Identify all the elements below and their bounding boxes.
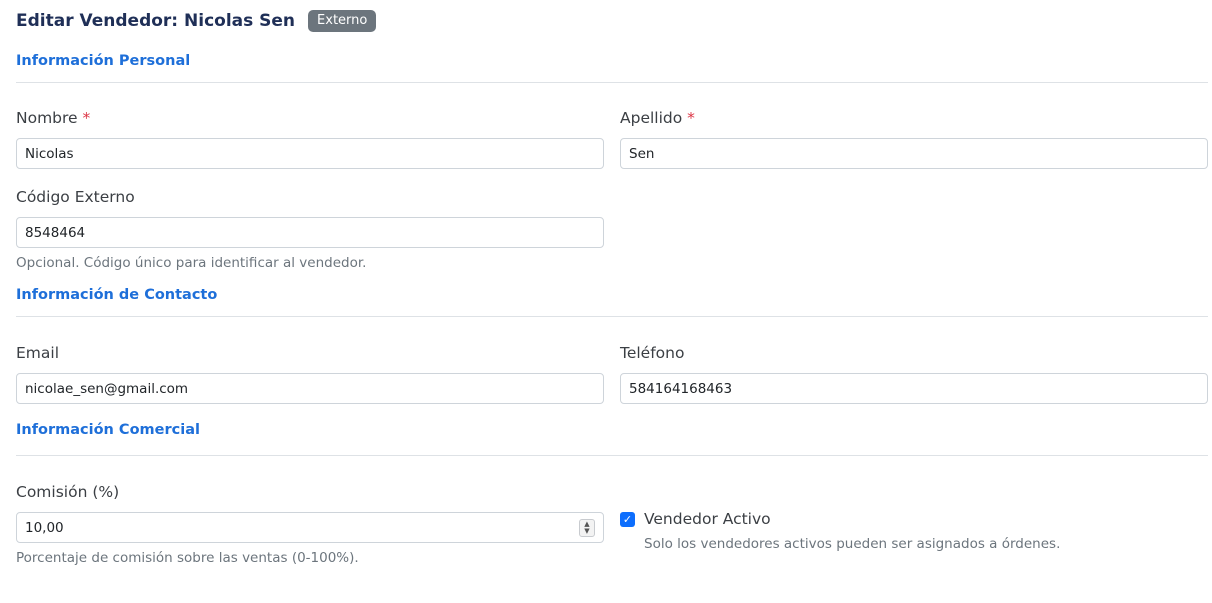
telefono-group: Teléfono 584164168463 (620, 343, 1208, 404)
edit-seller-form: Editar Vendedor: Nicolas Sen Externo Inf… (0, 0, 1212, 567)
commercial-row: Comisión (%) 10,00 ▲ ▼ Porcentaje de com… (16, 482, 1208, 567)
comision-label: Comisión (%) (16, 483, 120, 501)
email-input[interactable]: nicolae_sen@gmail.com (16, 373, 604, 404)
activo-help-text: Solo los vendedores activos pueden ser a… (644, 536, 1061, 552)
status-badge: Externo (308, 9, 377, 32)
codigo-help-text: Opcional. Código único para identificar … (16, 255, 367, 271)
number-spinner[interactable]: ▲ ▼ (579, 518, 595, 537)
page-title: Editar Vendedor: Nicolas Sen (16, 10, 296, 31)
email-label: Email (16, 344, 60, 362)
apellido-label: Apellido * (620, 109, 695, 127)
nombre-group: Nombre * Nicolas (16, 108, 604, 169)
comision-group: Comisión (%) 10,00 ▲ ▼ Porcentaje de com… (16, 482, 604, 567)
apellido-input[interactable]: Sen (620, 138, 1208, 169)
comision-input[interactable]: 10,00 ▲ ▼ (16, 512, 604, 543)
name-row: Nombre * Nicolas Apellido * Sen (16, 108, 1208, 169)
section-contact-info: Información de Contacto (16, 273, 1208, 317)
section-commercial-info: Información Comercial (16, 404, 1208, 456)
codigo-group: Código Externo 8548464 Opcional. Código … (16, 187, 1208, 272)
comision-help-text: Porcentaje de comisión sobre las ventas … (16, 550, 359, 566)
required-marker: * (82, 109, 91, 127)
required-marker: * (687, 109, 695, 127)
nombre-input[interactable]: Nicolas (16, 138, 604, 169)
contact-row: Email nicolae_sen@gmail.com Teléfono 584… (16, 343, 1208, 404)
vendedor-activo-label[interactable]: Vendedor Activo (644, 510, 771, 528)
codigo-externo-input[interactable]: 8548464 (16, 217, 604, 248)
telefono-label: Teléfono (620, 344, 685, 362)
apellido-group: Apellido * Sen (620, 108, 1208, 169)
page-header: Editar Vendedor: Nicolas Sen Externo (16, 0, 1208, 40)
email-group: Email nicolae_sen@gmail.com (16, 343, 604, 404)
section-personal-info: Información Personal (16, 40, 1208, 83)
codigo-label: Código Externo (16, 188, 135, 206)
nombre-label: Nombre * (16, 109, 91, 127)
vendedor-activo-checkbox[interactable]: ✓ (620, 511, 635, 527)
telefono-input[interactable]: 584164168463 (620, 373, 1208, 404)
activo-group: ✓ Vendedor Activo Solo los vendedores ac… (620, 482, 1208, 567)
check-icon: ✓ (622, 512, 633, 526)
activo-check-row: ✓ Vendedor Activo (620, 510, 1208, 528)
spin-down-icon[interactable]: ▼ (584, 527, 589, 535)
